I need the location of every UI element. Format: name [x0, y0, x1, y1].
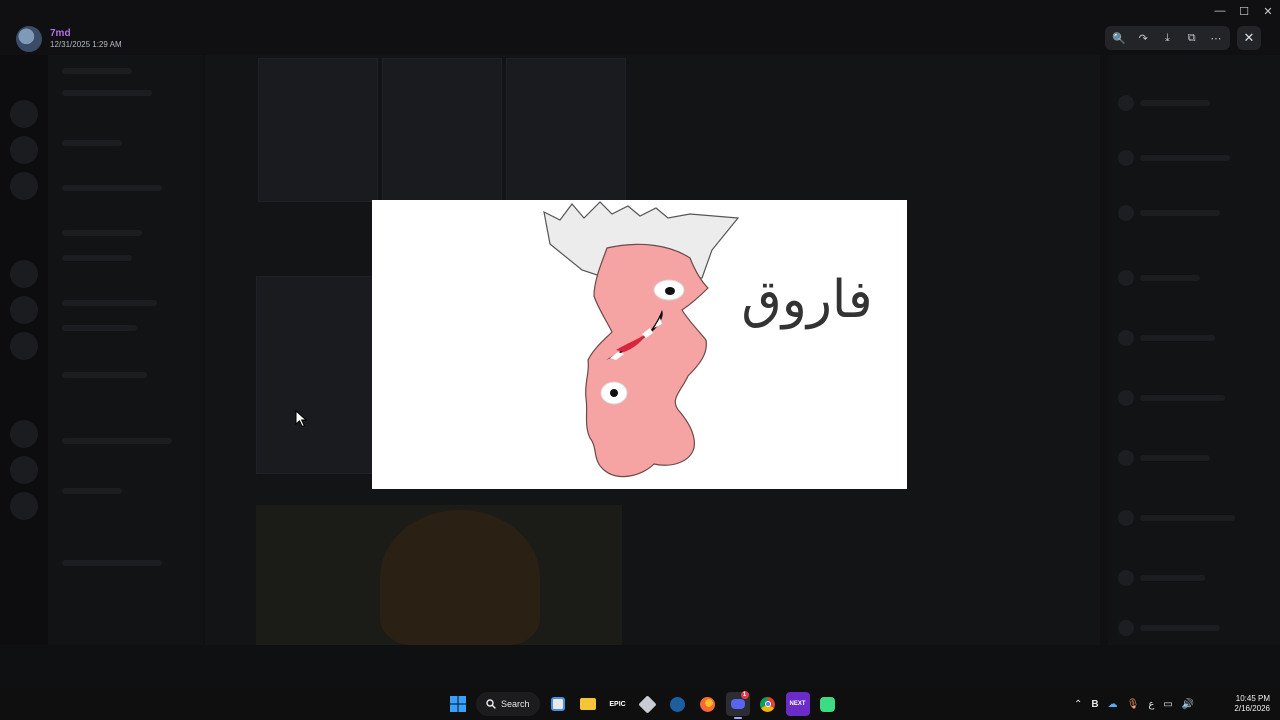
system-tray: ⌃ B ☁ 🎙 ع ▭ 🔊 — [1074, 692, 1194, 716]
volume-icon[interactable]: 🔊 — [1182, 699, 1194, 710]
server-icon — [10, 332, 38, 360]
viewed-image[interactable]: فاروق — [372, 200, 907, 489]
channel-line — [62, 372, 147, 378]
widgets-icon[interactable] — [546, 692, 570, 716]
active-indicator — [733, 717, 742, 719]
body — [584, 243, 709, 478]
clock-date: 2/16/2026 — [1234, 704, 1270, 713]
zoom-icon[interactable]: 🔍 — [1109, 28, 1129, 48]
member-line — [1140, 210, 1220, 216]
user-panel — [0, 645, 1280, 685]
member-avatar — [1118, 510, 1134, 526]
member-line — [1140, 100, 1210, 106]
server-icon — [10, 172, 38, 200]
member-line — [1140, 575, 1205, 581]
taskbar-apps: Search EPIC 1 NEXT — [446, 691, 840, 719]
media-toolbar: 🔍 ↷ ⤓ ⧉ ⋯ — [1105, 26, 1230, 50]
server-icon — [10, 456, 38, 484]
channel-line — [62, 68, 132, 74]
member-list — [1108, 55, 1280, 655]
handwritten-arabic-text: فاروق — [741, 270, 873, 330]
close-viewer-button[interactable]: ✕ — [1237, 26, 1261, 50]
member-avatar — [1118, 330, 1134, 346]
more-icon[interactable]: ⋯ — [1206, 28, 1226, 48]
windows-logo-icon — [450, 696, 466, 712]
member-line — [1140, 335, 1215, 341]
language-indicator[interactable]: ع — [1148, 699, 1154, 710]
member-line — [1140, 395, 1225, 401]
search-label: Search — [501, 699, 530, 709]
channel-line — [62, 488, 122, 494]
server-icon — [10, 260, 38, 288]
cartoon-drawing — [543, 201, 740, 478]
discord-icon[interactable]: 1 — [725, 691, 750, 719]
search-icon — [486, 699, 496, 709]
minimize-button[interactable]: — — [1208, 0, 1232, 22]
chrome-icon[interactable] — [756, 692, 780, 716]
member-avatar — [1118, 95, 1134, 111]
author-name[interactable]: 7md — [50, 28, 122, 40]
member-avatar — [1118, 390, 1134, 406]
member-avatar — [1118, 620, 1134, 636]
channel-line — [62, 185, 162, 191]
channel-line — [62, 140, 122, 146]
epic-games-icon[interactable]: EPIC — [606, 692, 630, 716]
member-line — [1140, 455, 1210, 461]
member-line — [1140, 515, 1235, 521]
server-icon — [10, 420, 38, 448]
channel-line — [62, 560, 162, 566]
android-app-icon[interactable] — [816, 692, 840, 716]
mouse-cursor-icon — [295, 410, 308, 428]
member-line — [1140, 275, 1200, 281]
member-line — [1140, 625, 1220, 631]
cartoon-mouse-ghost — [380, 510, 540, 645]
member-avatar — [1118, 450, 1134, 466]
start-button[interactable] — [446, 692, 470, 716]
channel-line — [62, 300, 157, 306]
channel-line — [62, 90, 152, 96]
microphone-icon[interactable]: 🎙 — [1127, 699, 1140, 710]
server-icon — [10, 136, 38, 164]
window-close-button[interactable]: ✕ — [1256, 0, 1280, 22]
download-icon[interactable]: ⤓ — [1157, 28, 1177, 48]
cloud-icon[interactable]: ☁ — [1108, 699, 1118, 710]
server-icon — [10, 296, 38, 324]
channel-line — [62, 325, 137, 331]
clock-time: 10:45 PM — [1235, 694, 1270, 703]
channel-line — [62, 438, 172, 444]
attachment-tile — [382, 58, 502, 202]
attachment-tile — [506, 58, 626, 202]
window-controls: — ☐ ✕ — [1208, 0, 1280, 22]
member-avatar — [1118, 570, 1134, 586]
file-explorer-icon[interactable] — [576, 692, 600, 716]
taskbar-clock[interactable]: 10:45 PM 2/16/2026 — [1224, 694, 1270, 714]
firefox-icon[interactable] — [696, 692, 720, 716]
author-info: 7md 12/31/2025 1:29 AM — [16, 26, 122, 52]
attachment-tile — [258, 58, 378, 202]
notification-badge: 1 — [740, 691, 749, 699]
server-icon — [10, 100, 38, 128]
channel-line — [62, 230, 142, 236]
forward-icon[interactable]: ↷ — [1133, 28, 1153, 48]
unity-icon[interactable] — [636, 692, 660, 716]
member-avatar — [1118, 205, 1134, 221]
server-icon — [10, 492, 38, 520]
member-avatar — [1118, 270, 1134, 286]
open-external-icon[interactable]: ⧉ — [1182, 28, 1202, 48]
network-icon[interactable]: ▭ — [1163, 699, 1172, 710]
maximize-button[interactable]: ☐ — [1232, 0, 1256, 22]
member-avatar — [1118, 150, 1134, 166]
attachment-tile — [256, 276, 374, 474]
chevron-up-icon[interactable]: ⌃ — [1074, 699, 1082, 710]
channel-line — [62, 255, 132, 261]
avatar[interactable] — [16, 26, 42, 52]
taskbar-search[interactable]: Search — [476, 692, 540, 716]
next-app-icon[interactable]: NEXT — [785, 692, 810, 716]
member-line — [1140, 155, 1230, 161]
upper-pupil — [665, 287, 675, 295]
bluetooth-icon[interactable]: B — [1091, 699, 1098, 710]
post-date: 12/31/2025 1:29 AM — [50, 40, 122, 49]
lower-pupil — [610, 389, 618, 397]
steam-icon[interactable] — [666, 692, 690, 716]
